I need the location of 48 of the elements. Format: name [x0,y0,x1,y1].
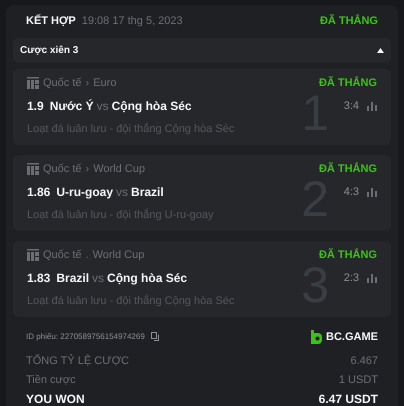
league-name: Quốc tế [43,248,82,262]
competition-name: World Cup [92,248,144,262]
home-team: Brazil [56,270,90,287]
breadcrumb-separator: . [86,248,89,262]
competition-name: Euro [93,76,116,90]
match-status: ĐÃ THẮNG [318,247,377,262]
tournament-logo-icon [27,248,39,261]
league-name: Quốc tế [43,76,82,90]
total-label: YOU WON [26,391,85,406]
odds-value: 1.9 [27,98,44,115]
home-team: Nước Ý [50,98,94,115]
vs-label: vs [116,184,128,201]
match-score: 2:3 [344,270,359,286]
parlay-toggle[interactable]: Cược xiên 3 [13,38,391,62]
home-team: U-ru-goay [56,184,114,201]
away-team: Cộng hòa Séc [107,270,188,287]
bet-status: ĐÃ THẮNG [320,13,378,29]
stats-icon[interactable] [367,102,377,110]
caret-icon [377,48,384,52]
copy-icon[interactable] [150,332,160,342]
total-label: Tiền cược [26,372,76,388]
ticket-id: ID phiếu: 2270589756154974269 [26,330,145,343]
total-value: 1 USDT [338,372,378,388]
competition-name: World Cup [93,162,145,176]
away-team: Cộng hòa Séc [112,98,192,115]
stats-icon[interactable] [367,274,377,282]
away-team: Brazil [131,184,164,201]
total-value: 6.47 USDT [318,391,378,406]
match-score: 4:3 [344,184,359,200]
breadcrumb-separator: › [86,76,90,90]
league-name: Quốc tế [43,162,82,176]
match-status: ĐÃ THẮNG [318,161,377,176]
brand-logo-icon [310,330,322,344]
odds-value: 1.86 [27,184,50,201]
stats-icon[interactable] [367,188,377,196]
match-score: 3:4 [344,98,359,114]
bet-datetime: 19:08 17 thg 5, 2023 [82,14,183,29]
brand-name: BC.GAME [326,330,378,344]
vs-label: vs [96,98,109,115]
total-label: TỔNG TỶ LỆ CƯỢC [26,353,129,369]
vs-label: vs [92,270,104,287]
odds-value: 1.83 [27,270,50,287]
match-status: ĐÃ THẮNG [318,75,377,90]
tournament-logo-icon [27,76,39,89]
breadcrumb-separator: › [86,162,90,176]
tournament-logo-icon [27,162,39,175]
bet-type-title: KẾT HỢP [26,13,76,29]
total-value: 6.467 [350,354,378,369]
